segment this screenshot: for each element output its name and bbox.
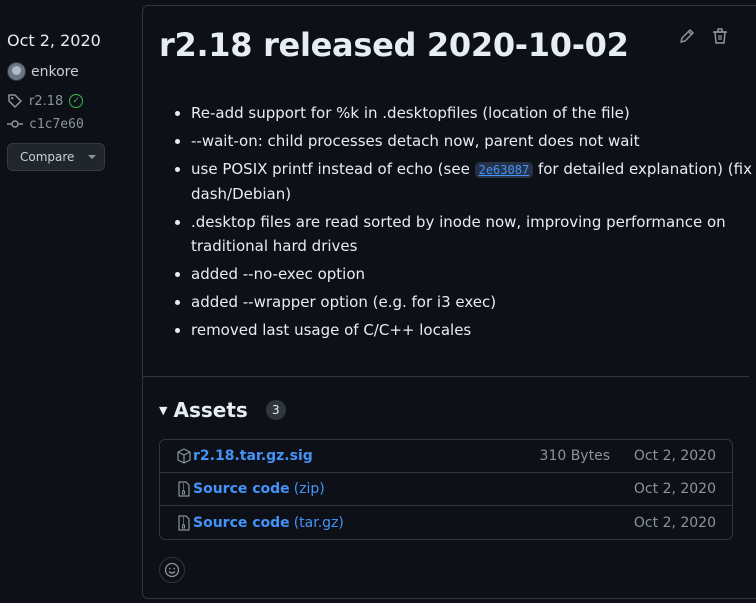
- author[interactable]: enkore: [7, 62, 79, 81]
- release-notes: Re-add support for %k in .desktopfiles (…: [159, 101, 756, 346]
- asset-row[interactable]: r2.18.tar.gz.sig 310 Bytes Oct 2, 2020: [160, 440, 732, 473]
- release-title[interactable]: r2.18 released 2020-10-02: [159, 26, 629, 64]
- assets-count-badge: 3: [265, 400, 286, 420]
- commit-link[interactable]: 2e63087: [474, 162, 534, 178]
- asset-link[interactable]: Source code: [193, 481, 290, 497]
- release-card: r2.18 released 2020-10-02 Re-add support…: [142, 5, 756, 599]
- commit-icon: [7, 120, 23, 128]
- asset-link[interactable]: r2.18.tar.gz.sig: [193, 448, 313, 464]
- release-date: Oct 2, 2020: [7, 31, 101, 50]
- note-item: added --wrapper option (e.g. for i3 exec…: [191, 290, 756, 314]
- note-item: use POSIX printf instead of echo (see 2e…: [191, 157, 756, 206]
- release-sidebar: Oct 2, 2020 enkore r2.18 ✓ c1c7e60 Compa…: [0, 0, 142, 603]
- compare-label: Compare: [20, 150, 75, 164]
- commit-row[interactable]: c1c7e60: [7, 116, 84, 132]
- note-item: .desktop files are read sorted by inode …: [191, 210, 756, 258]
- add-reaction-button[interactable]: [159, 557, 185, 583]
- triangle-down-icon: ▼: [159, 403, 168, 417]
- compare-button[interactable]: Compare: [7, 143, 105, 171]
- tag-row[interactable]: r2.18 ✓: [7, 93, 84, 109]
- avatar[interactable]: [7, 62, 26, 81]
- author-name[interactable]: enkore: [31, 64, 79, 80]
- asset-date: Oct 2, 2020: [633, 481, 716, 497]
- smiley-icon: [164, 562, 180, 578]
- file-zip-icon: [178, 514, 190, 531]
- asset-row[interactable]: Source code (zip) Oct 2, 2020: [160, 473, 732, 506]
- asset-format[interactable]: (zip): [294, 481, 325, 497]
- note-text: use POSIX printf instead of echo (see: [191, 160, 475, 178]
- asset-date: Oct 2, 2020: [633, 448, 716, 464]
- asset-link[interactable]: Source code: [193, 515, 290, 531]
- note-item: Re-add support for %k in .desktopfiles (…: [191, 101, 756, 125]
- asset-size: 310 Bytes: [539, 448, 610, 464]
- package-icon: [177, 448, 191, 464]
- assets-title: Assets: [173, 398, 248, 422]
- note-item: added --no-exec option: [191, 262, 756, 286]
- asset-row[interactable]: Source code (tar.gz) Oct 2, 2020: [160, 506, 732, 539]
- asset-format[interactable]: (tar.gz): [294, 515, 344, 531]
- assets-toggle[interactable]: ▼ Assets 3: [159, 398, 286, 422]
- note-item: removed last usage of C/C++ locales: [191, 318, 756, 342]
- divider: [143, 376, 749, 377]
- note-item: --wait-on: child processes detach now, p…: [191, 129, 756, 153]
- tag-icon: [8, 94, 22, 108]
- trash-icon[interactable]: [710, 26, 730, 46]
- tag-name[interactable]: r2.18: [29, 94, 63, 109]
- chevron-down-icon: [88, 155, 97, 159]
- pencil-icon[interactable]: [677, 26, 697, 46]
- commit-hash[interactable]: c1c7e60: [29, 117, 84, 132]
- assets-list: r2.18.tar.gz.sig 310 Bytes Oct 2, 2020 S…: [159, 439, 733, 540]
- asset-date: Oct 2, 2020: [633, 514, 716, 531]
- file-zip-icon: [178, 481, 190, 497]
- verified-check-icon: ✓: [69, 94, 84, 108]
